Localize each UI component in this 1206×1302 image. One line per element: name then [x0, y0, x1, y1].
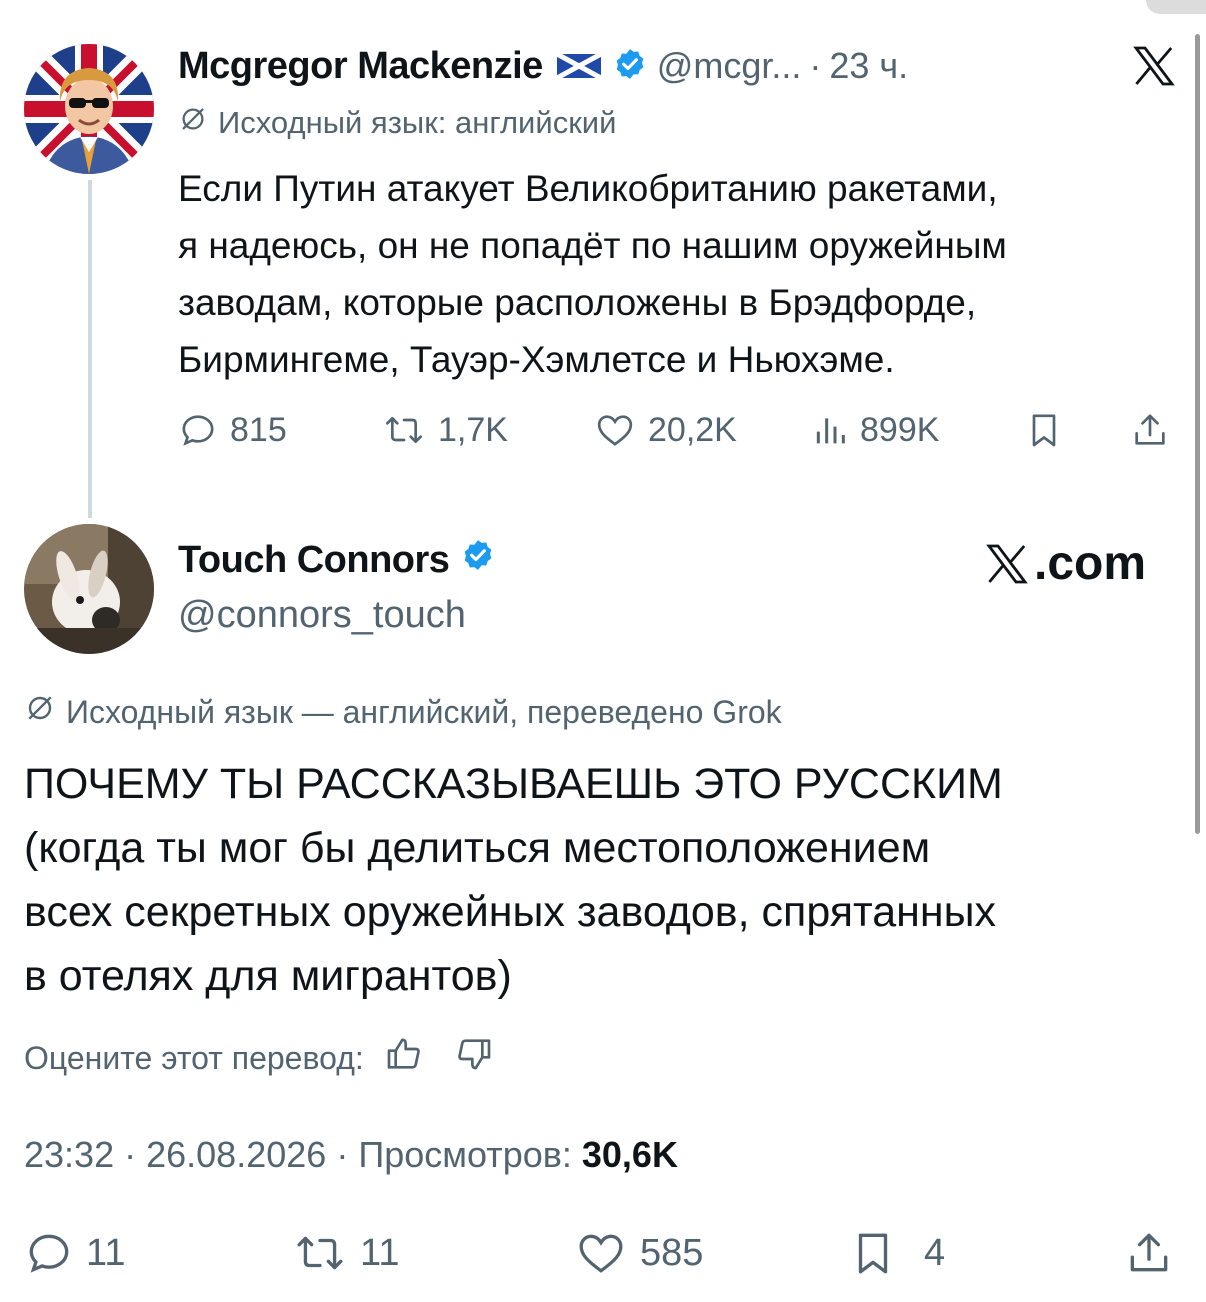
reply-count: 11 [86, 1231, 126, 1274]
repost-icon [297, 1236, 343, 1270]
like-count: 585 [640, 1231, 704, 1274]
share-icon [1130, 1233, 1168, 1272]
rate-translation-label: Оцените этот перевод: [24, 1039, 364, 1076]
author-handle[interactable]: @mcgr... [657, 45, 802, 87]
tweet-actions: 815 1,7K 20,2K 899K [178, 404, 1178, 456]
separator-dot: · [809, 45, 822, 86]
share-icon [1135, 414, 1165, 445]
views-value: 30,6K [581, 1134, 678, 1175]
translation-note[interactable]: Исходный язык: английский [178, 104, 616, 142]
tweet-text-line: я надеюсь, он не попадёт по нашим оружей… [178, 225, 1007, 266]
bookmark-button[interactable] [1024, 410, 1076, 450]
rate-translation: Оцените этот перевод: [24, 1034, 494, 1082]
tweet-meta: 23:32 · 26.08.2026 · Просмотров: 30,6K [24, 1134, 678, 1176]
repost-button[interactable]: 1,7K [382, 410, 508, 450]
tweet-text: ПОЧЕМУ ТЫ РАССКАЗЫВАЕШЬ ЭТО РУССКИМ (ког… [24, 752, 1194, 1008]
window-corner [1146, 0, 1206, 14]
heart-icon [597, 415, 633, 446]
heart-icon [579, 1234, 623, 1273]
avatar[interactable] [24, 44, 154, 174]
share-button[interactable] [1124, 1228, 1186, 1278]
reply-button[interactable]: 11 [24, 1228, 125, 1278]
separator-dot: · [336, 1134, 359, 1175]
bookmark-icon [1032, 414, 1056, 447]
like-count: 20,2K [648, 410, 737, 449]
tweet-actions: 11 11 585 4 [24, 1222, 1184, 1282]
repost-count: 11 [360, 1231, 400, 1274]
watermark-text: .com [1034, 537, 1147, 590]
like-button[interactable]: 585 [574, 1228, 703, 1278]
repost-count: 1,7K [438, 410, 508, 449]
thumbs-down-icon[interactable] [454, 1034, 494, 1082]
separator-dot: · [124, 1134, 147, 1175]
post-date[interactable]: 26.08.2026 [146, 1134, 326, 1175]
scrollbar[interactable] [1195, 34, 1200, 834]
tweet-text-line: всех секретных оружейных заводов, спрята… [24, 888, 997, 936]
x-logo-icon [986, 544, 1028, 583]
verified-badge-icon [461, 538, 495, 582]
translate-icon [178, 104, 208, 142]
tweet-text-line: Бирмингеме, Тауэр-Хэмлетсе и Ньюхэме. [178, 339, 895, 380]
views-button[interactable]: 899K [812, 410, 939, 450]
tweet-text-line: заводам, которые расположены в Брэдфорде… [178, 282, 977, 323]
translation-note[interactable]: Исходный язык — английский, переведено G… [24, 692, 782, 732]
bookmark-icon [858, 1233, 888, 1274]
verified-badge-icon [613, 47, 647, 86]
bookmark-button[interactable]: 4 [848, 1228, 945, 1278]
thumbs-up-icon[interactable] [384, 1034, 424, 1082]
scotland-flag-icon [555, 51, 602, 81]
author-handle[interactable]: @connors_touch [178, 594, 466, 637]
tweet-text-line: Если Путин атакует Великобританию ракета… [178, 168, 998, 209]
reply-icon [182, 415, 214, 446]
tweet-time[interactable]: 23 ч. [829, 45, 908, 87]
x-logo-icon[interactable] [1130, 42, 1178, 90]
analytics-icon [816, 418, 845, 444]
views-count: 899K [860, 410, 940, 449]
author-name[interactable]: Mcgregor Mackenzie [178, 45, 543, 88]
x-watermark: .com [982, 536, 1146, 591]
thread-connector-line [88, 180, 92, 518]
tweet-text-line: ПОЧЕМУ ТЫ РАССКАЗЫВАЕШЬ ЭТО РУССКИМ [24, 760, 1003, 808]
like-button[interactable]: 20,2K [594, 410, 737, 450]
avatar[interactable] [24, 524, 154, 654]
reply-button[interactable]: 815 [178, 410, 287, 450]
translation-label: Исходный язык — английский, переведено G… [66, 693, 782, 730]
tweet-text: Если Путин атакует Великобританию ракета… [178, 160, 1178, 388]
translate-icon [24, 692, 56, 732]
share-button[interactable] [1130, 410, 1182, 450]
reply-icon [29, 1234, 69, 1273]
post-time[interactable]: 23:32 [24, 1134, 114, 1175]
translation-label: Исходный язык: английский [218, 105, 617, 140]
repost-icon [386, 417, 422, 443]
repost-button[interactable]: 11 [292, 1228, 399, 1278]
author-name[interactable]: Touch Connors [178, 539, 450, 582]
bookmark-count: 4 [924, 1231, 946, 1274]
views-label: Просмотров: [358, 1134, 572, 1175]
tweet-text-line: в отелях для мигрантов) [24, 952, 512, 1000]
author-name-row: Touch Connors [178, 538, 495, 582]
tweet-header: Mcgregor Mackenzie @mcgr... · 23 ч. [178, 40, 908, 92]
tweet-text-line: (когда ты мог бы делиться местоположение… [24, 824, 931, 872]
reply-count: 815 [230, 410, 287, 449]
